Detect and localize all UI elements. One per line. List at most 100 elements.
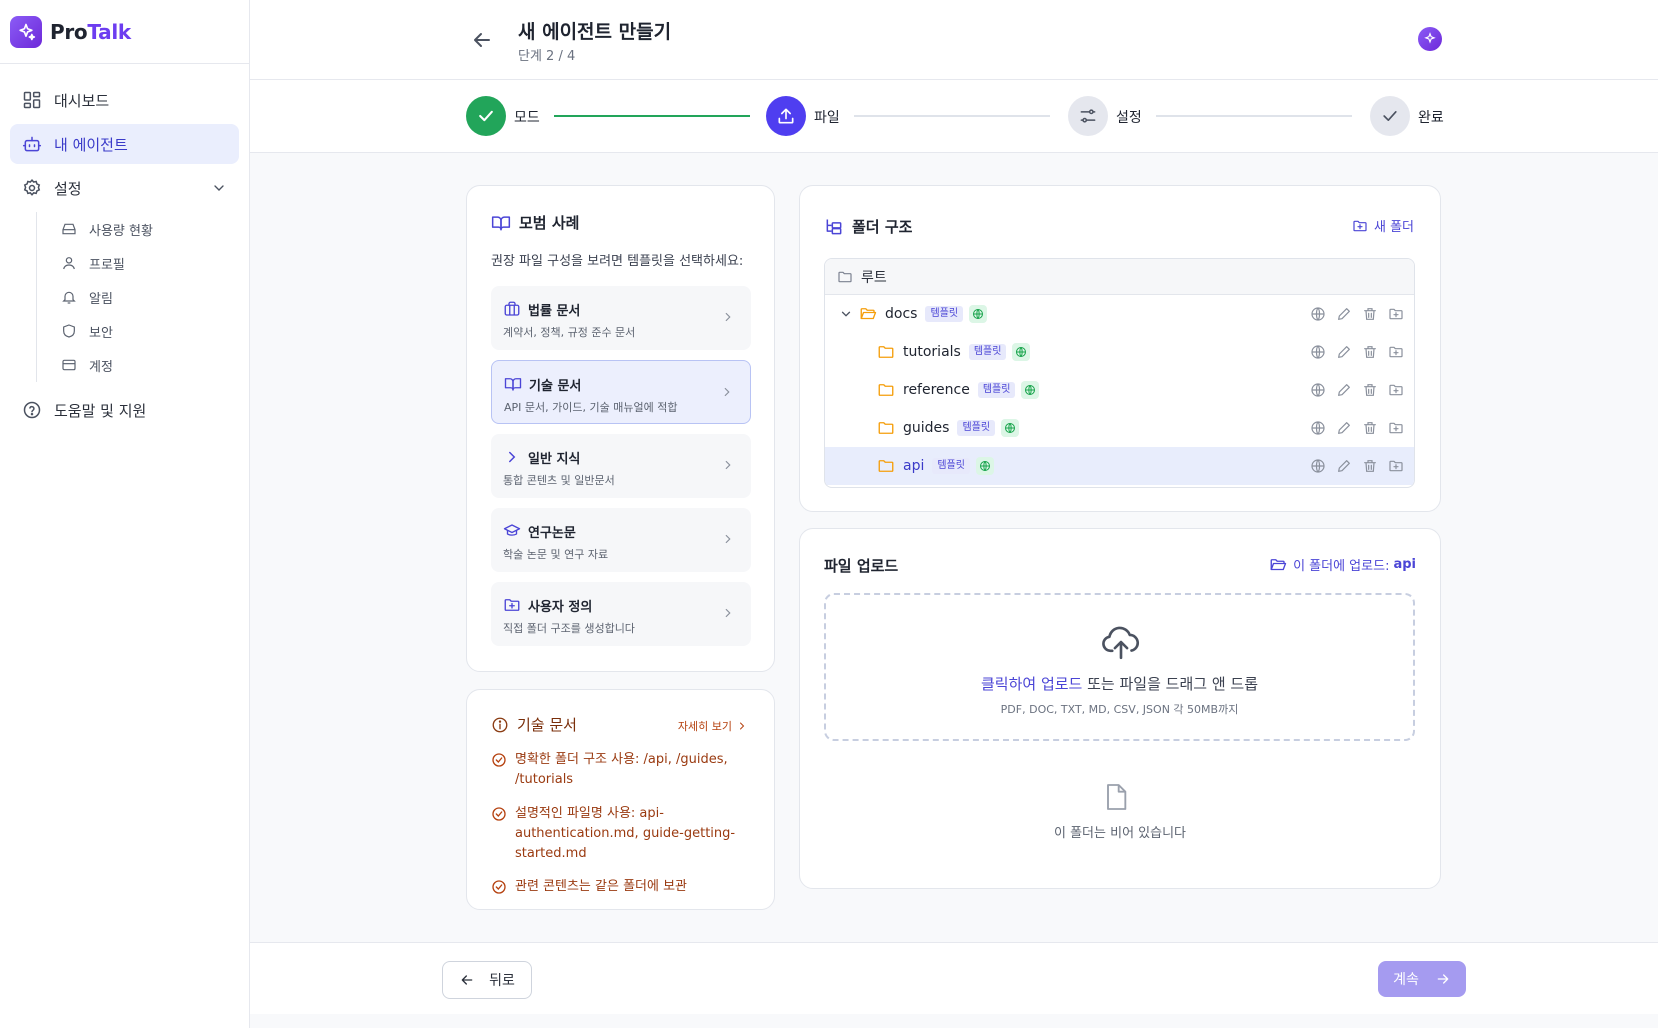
pencil-icon[interactable] — [1336, 420, 1352, 436]
folder-row-guides[interactable]: guides 템플릿 — [825, 409, 1414, 447]
folder-plus-icon[interactable] — [1388, 382, 1404, 398]
template-name: 연구논문 — [528, 526, 576, 541]
step-indicator: 단계 2 / 4 — [518, 49, 576, 64]
chevron-right-icon — [736, 720, 748, 732]
sidebar-item-notifications[interactable]: 알림 — [37, 280, 239, 314]
upload-dropzone[interactable]: 클릭하여 업로드 또는 파일을 드래그 앤 드롭 PDF, DOC, TXT, … — [824, 593, 1415, 741]
pencil-icon[interactable] — [1336, 382, 1352, 398]
book-open-icon — [504, 375, 522, 393]
folder-name: docs — [885, 306, 918, 322]
chevron-right-icon — [721, 606, 735, 620]
gear-icon — [22, 178, 42, 198]
template-badge: 템플릿 — [932, 458, 970, 474]
globe-icon[interactable] — [1310, 458, 1326, 474]
template-research[interactable]: 연구논문 학술 논문 및 연구 자료 — [491, 508, 751, 572]
folder-row-docs[interactable]: docs 템플릿 — [825, 295, 1414, 333]
trash-icon[interactable] — [1362, 382, 1378, 398]
folder-root[interactable]: 루트 — [825, 259, 1414, 295]
sparkles-logo-icon — [10, 15, 42, 48]
template-badge: 템플릿 — [977, 382, 1016, 398]
folder-plus-icon[interactable] — [1388, 344, 1404, 360]
sidebar-item-dashboard[interactable]: 대시보드 — [10, 80, 239, 120]
empty-folder-message: 이 폴더는 비어 있습니다 — [1054, 826, 1186, 841]
folder-structure-title: 폴더 구조 — [824, 216, 912, 237]
template-desc: 통합 콘텐츠 및 일반문서 — [503, 474, 615, 487]
chevron-right-icon — [721, 532, 735, 546]
folder-plus-icon[interactable] — [1388, 458, 1404, 474]
template-info-card: 기술 문서 자세히 보기 명확한 폴더 구조 사용: /api, /guides… — [466, 689, 775, 910]
tip-text: 설명적인 파일명 사용: api-authentication.md, guid… — [515, 806, 736, 861]
ai-assist-icon[interactable] — [1418, 27, 1442, 51]
step-connector — [1156, 115, 1352, 117]
continue-button-label: 계속 — [1393, 972, 1419, 988]
folder-open-icon — [1269, 556, 1287, 574]
sidebar-item-label: 알림 — [89, 291, 113, 307]
folder-icon — [877, 343, 895, 361]
book-open-icon — [491, 213, 511, 233]
globe-icon[interactable] — [1310, 344, 1326, 360]
globe-icon[interactable] — [1310, 420, 1326, 436]
template-general[interactable]: 일반 지식 통합 콘텐츠 및 일반문서 — [491, 434, 751, 498]
tip-text: 명확한 폴더 구조 사용: /api, /guides, /tutorials — [515, 752, 728, 787]
info-title: 기술 문서 — [491, 714, 577, 735]
folder-tree-icon — [824, 217, 844, 237]
briefcase-icon — [503, 300, 521, 318]
drag-drop-text: 또는 파일을 드래그 앤 드롭 — [1082, 675, 1259, 693]
chevron-right-icon — [720, 385, 734, 399]
template-technical[interactable]: 기술 문서 API 문서, 가이드, 기술 매뉴얼에 적합 — [491, 360, 751, 424]
sidebar-item-account[interactable]: 계정 — [37, 348, 239, 382]
step-label-settings: 설정 — [1116, 110, 1142, 126]
folder-name: reference — [903, 382, 970, 398]
chevron-down-icon[interactable] — [211, 180, 227, 196]
sidebar-item-label: 대시보드 — [54, 91, 110, 110]
sidebar-item-label: 보안 — [89, 325, 113, 341]
folder-icon — [877, 419, 895, 437]
footer: 뒤로 계속 — [250, 942, 1658, 1014]
sidebar-item-security[interactable]: 보안 — [37, 314, 239, 348]
back-button[interactable]: 뒤로 — [442, 961, 532, 999]
sidebar-item-help[interactable]: 도움말 및 지원 — [10, 390, 239, 430]
step-connector — [554, 115, 750, 117]
continue-button[interactable]: 계속 — [1378, 961, 1466, 997]
pencil-icon[interactable] — [1336, 306, 1352, 322]
learn-more-link[interactable]: 자세히 보기 — [678, 718, 748, 734]
folder-plus-icon[interactable] — [1388, 420, 1404, 436]
globe-icon[interactable] — [1310, 306, 1326, 322]
trash-icon[interactable] — [1362, 458, 1378, 474]
shield-icon — [61, 323, 77, 339]
template-desc: 계약서, 정책, 규정 준수 문서 — [503, 326, 636, 339]
pencil-icon[interactable] — [1336, 344, 1352, 360]
graduation-cap-icon — [503, 522, 521, 540]
folder-icon — [877, 381, 895, 399]
trash-icon[interactable] — [1362, 344, 1378, 360]
dashboard-icon — [22, 90, 42, 110]
back-button-label: 뒤로 — [489, 973, 515, 989]
template-desc: API 문서, 가이드, 기술 매뉴얼에 적합 — [504, 401, 678, 414]
folder-actions — [1300, 382, 1404, 398]
folder-row-api[interactable]: api 템플릿 — [825, 447, 1414, 485]
folder-row-tutorials[interactable]: tutorials 템플릿 — [825, 333, 1414, 371]
folder-row-reference[interactable]: reference 템플릿 — [825, 371, 1414, 409]
trash-icon[interactable] — [1362, 420, 1378, 436]
new-folder-button[interactable]: 새 폴더 — [1352, 216, 1414, 235]
template-custom[interactable]: 사용자 정의 직접 폴더 구조를 생성합니다 — [491, 582, 751, 646]
sliders-icon — [1068, 96, 1108, 136]
folder-name: tutorials — [903, 344, 961, 360]
template-badge: 템플릿 — [925, 306, 964, 322]
back-arrow-icon[interactable] — [470, 28, 494, 52]
sidebar-item-settings[interactable]: 설정 — [10, 168, 239, 208]
trash-icon[interactable] — [1362, 306, 1378, 322]
file-upload-title: 파일 업로드 — [824, 557, 899, 575]
chevron-down-icon[interactable] — [839, 307, 853, 321]
click-to-upload-link[interactable]: 클릭하여 업로드 — [981, 675, 1082, 693]
folder-plus-icon[interactable] — [1388, 306, 1404, 322]
folder-plus-icon — [503, 596, 521, 614]
globe-icon[interactable] — [1310, 382, 1326, 398]
pencil-icon[interactable] — [1336, 458, 1352, 474]
template-legal[interactable]: 법률 문서 계약서, 정책, 규정 준수 문서 — [491, 286, 751, 350]
brand[interactable]: ProTalk — [0, 0, 249, 64]
sidebar-item-usage[interactable]: 사용량 현황 — [37, 212, 239, 246]
sidebar-item-my-agents[interactable]: 내 에이전트 — [10, 124, 239, 164]
template-desc: 학술 논문 및 연구 자료 — [503, 548, 609, 561]
sidebar-item-profile[interactable]: 프로필 — [37, 246, 239, 280]
